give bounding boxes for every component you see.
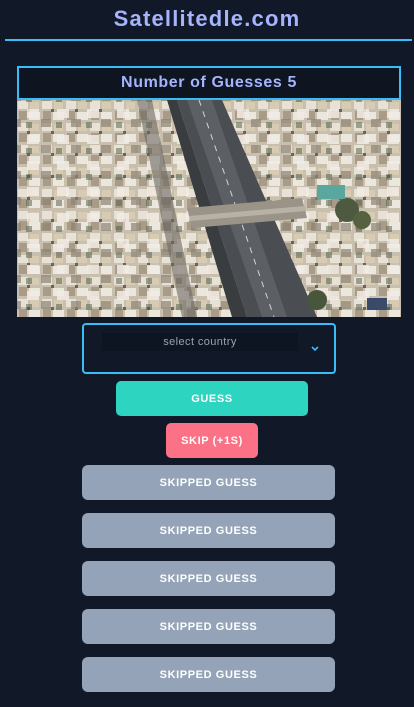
skipped-guess-4: SKIPPED GUESS	[82, 609, 335, 644]
guess-button[interactable]: GUESS	[116, 381, 308, 416]
guess-counter-label: Number of Guesses 5	[121, 74, 297, 91]
skipped-guess-label: SKIPPED GUESS	[159, 620, 258, 633]
satellite-photo	[17, 100, 401, 317]
site-title: Satellitedle.com	[113, 6, 301, 31]
skipped-guess-label: SKIPPED GUESS	[159, 476, 258, 489]
skipped-guess-3: SKIPPED GUESS	[82, 561, 335, 596]
guess-button-label: GUESS	[191, 392, 233, 405]
country-select-placeholder: select country	[102, 333, 298, 351]
skipped-guess-label: SKIPPED GUESS	[159, 668, 258, 681]
header-divider	[5, 39, 412, 41]
skip-button-label: SKIP (+1S)	[181, 434, 243, 447]
satellite-image	[17, 100, 401, 317]
skipped-guess-label: SKIPPED GUESS	[159, 524, 258, 537]
guess-counter: Number of Guesses 5	[17, 66, 401, 100]
skipped-guess-label: SKIPPED GUESS	[159, 572, 258, 585]
country-select[interactable]: select country	[82, 323, 336, 374]
skip-button[interactable]: SKIP (+1S)	[166, 423, 258, 458]
skipped-guess-1: SKIPPED GUESS	[82, 465, 335, 500]
chevron-down-icon[interactable]	[308, 342, 322, 356]
skipped-guess-5: SKIPPED GUESS	[82, 657, 335, 692]
skipped-guess-2: SKIPPED GUESS	[82, 513, 335, 548]
